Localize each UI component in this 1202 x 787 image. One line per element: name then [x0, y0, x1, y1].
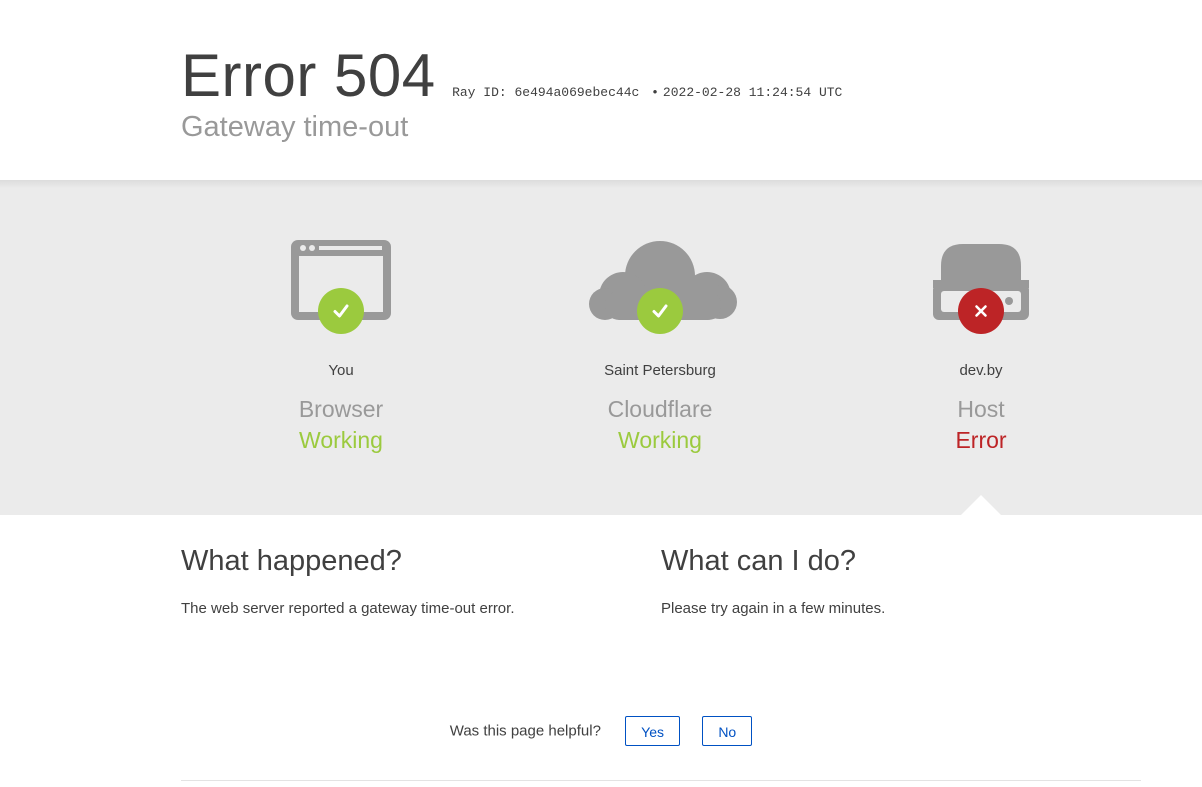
- status-location: Saint Petersburg: [604, 362, 716, 379]
- meta-separator: •: [651, 85, 659, 100]
- status-location: dev.by: [959, 362, 1003, 379]
- status-band: You Browser Working Saint Petersburg Clo…: [0, 180, 1202, 515]
- ray-id: Ray ID: 6e494a069ebec44c: [452, 85, 640, 100]
- error-subtitle: Gateway time-out: [181, 111, 409, 143]
- footer-divider: [181, 780, 1141, 781]
- what-happened-section: What happened? The web server reported a…: [181, 545, 601, 617]
- status-kind: Cloudflare: [607, 396, 713, 422]
- status-pointer: [961, 495, 1001, 515]
- status-cloudflare: Saint Petersburg Cloudflare Working: [510, 180, 810, 453]
- cloud-icon-wrap: [580, 236, 740, 346]
- status-kind: Host: [957, 396, 1005, 422]
- status-browser: You Browser Working: [191, 180, 491, 453]
- feedback-no-button[interactable]: No: [702, 716, 753, 746]
- feedback-bar: Was this page helpful? Yes No: [0, 716, 1202, 746]
- what-happened-text: The web server reported a gateway time-o…: [181, 600, 515, 617]
- check-icon: [318, 288, 364, 334]
- error-meta: Ray ID: 6e494a069ebec44c • 2022-02-28 11:…: [452, 85, 842, 100]
- title-row: Error 504 Ray ID: 6e494a069ebec44c • 2022…: [181, 40, 842, 112]
- feedback-yes-button[interactable]: Yes: [625, 716, 681, 746]
- header: Error 504 Ray ID: 6e494a069ebec44c • 2022…: [0, 0, 1202, 180]
- what-happened-heading: What happened?: [181, 545, 402, 577]
- what-can-i-do-text: Please try again in a few minutes.: [661, 600, 886, 617]
- status-state: Working: [299, 427, 383, 453]
- timestamp: 2022-02-28 11:24:54 UTC: [662, 85, 843, 100]
- check-icon: [637, 288, 683, 334]
- error-code: Error 504: [181, 42, 436, 109]
- what-can-i-do-section: What can I do? Please try again in a few…: [661, 545, 1081, 617]
- status-host: dev.by Host Error: [831, 180, 1131, 453]
- status-state: Working: [618, 427, 702, 453]
- status-location: You: [328, 362, 354, 379]
- feedback-question: Was this page helpful?: [449, 722, 601, 740]
- close-icon: [958, 288, 1004, 334]
- server-icon-wrap: [901, 236, 1061, 346]
- status-state: Error: [955, 427, 1007, 453]
- what-can-i-do-heading: What can I do?: [661, 545, 857, 577]
- browser-icon-wrap: [261, 236, 421, 346]
- status-kind: Browser: [298, 396, 384, 422]
